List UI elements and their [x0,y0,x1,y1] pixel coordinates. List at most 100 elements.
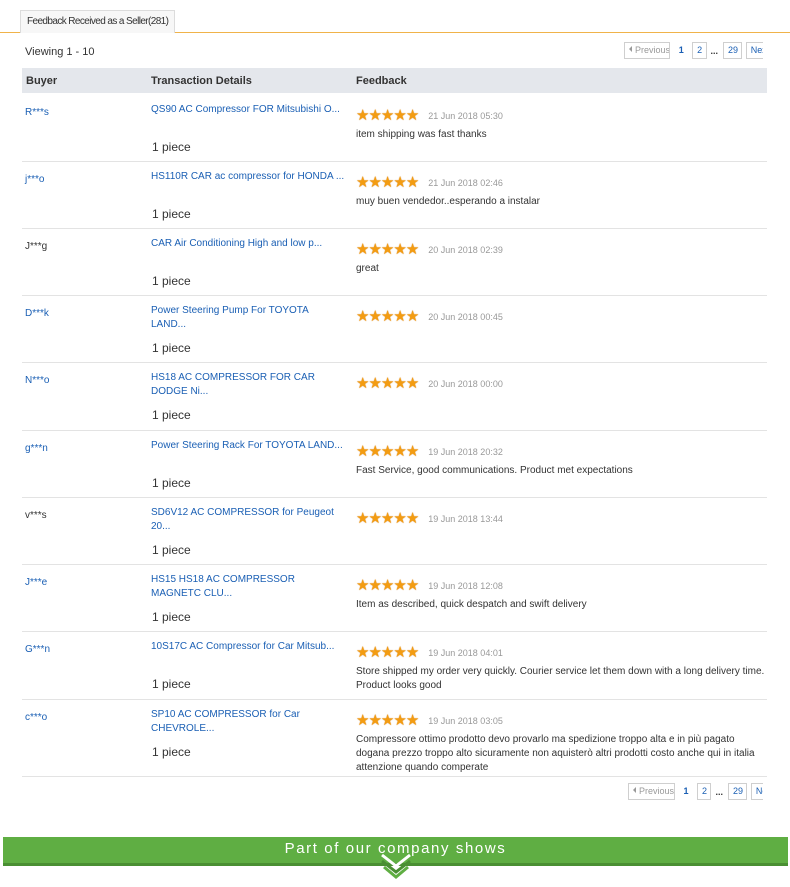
product-link[interactable]: Power Steering Pump For TOYOTA LAND... [151,304,346,332]
star-icon: ★ [405,107,420,124]
feedback-cell: ★★★★★ 19 Jun 2018 03:05 Compressore ottimo… [356,712,766,775]
feedback-date: 21 Jun 2018 02:46 [428,178,503,188]
star-icon: ★ [393,712,407,729]
page-29-button[interactable]: 29 [723,42,742,59]
buyer-name[interactable]: j***o [25,174,44,185]
feedback-date: 19 Jun 2018 13:44 [428,514,503,524]
star-icon: ★ [393,174,407,191]
table-row: g***n Power Steering Rack For TOYOTA LAND… [22,431,767,498]
star-icon: ★ [393,443,407,460]
table-row: j***o HS110R CAR ac compressor for HONDA … [22,162,767,229]
double-chevron-down-icon [381,853,411,879]
quantity: 1 piece [152,543,191,557]
star-icon: ★ [405,577,420,594]
quantity: 1 piece [152,745,191,759]
star-icon: ★ [405,443,420,460]
quantity: 1 piece [152,341,191,355]
star-icon: ★ [368,712,382,729]
quantity: 1 piece [152,408,191,422]
table-row: D***k Power Steering Pump For TOYOTA LAND… [22,296,767,363]
next-button[interactable]: Next [745,42,763,59]
page-2-button[interactable]: 2 [692,42,707,59]
rating-stars: ★★★★★ [356,241,419,259]
pager-ellipsis: ... [715,786,723,797]
feedback-cell: ★★★★★ 21 Jun 2018 02:46 muy buen vendedor.… [356,174,766,209]
feedback-comment: Item as described, quick despatch and sw… [356,599,587,611]
product-link[interactable]: CAR Air Conditioning High and low p... [151,237,346,251]
product-link[interactable]: HS110R CAR ac compressor for HONDA ... [151,170,346,184]
feedback-date: 19 Jun 2018 04:01 [428,648,503,658]
feedback-date: 19 Jun 2018 03:05 [428,716,503,726]
page-1-button[interactable]: 1 [673,42,689,59]
feedback-comment: muy buen vendedor..esperando a instalar [356,196,541,208]
rating-stars: ★★★★★ [356,107,420,125]
buyer-name[interactable]: g***n [25,443,48,454]
table-row: c***o SP10 AC COMPRESSOR for Car CHEVROLE… [22,700,767,777]
page-29-button[interactable]: 29 [727,783,747,800]
tab-bar: Feedback Received as a Seller(281) [0,0,790,33]
previous-button[interactable]: Previous [628,783,675,800]
product-link[interactable]: HS15 HS18 AC COMPRESSOR MAGNETC CLU... [151,573,346,601]
star-icon: ★ [393,375,407,392]
buyer-name[interactable]: G***n [25,644,50,655]
feedback-cell: ★★★★★ 19 Jun 2018 04:01 Store shipped my o… [356,644,766,693]
product-link[interactable]: SD6V12 AC COMPRESSOR for Peugeot 20... [151,506,346,534]
tab-feedback-seller[interactable]: Feedback Received as a Seller(281) [20,10,176,33]
star-icon: ★ [393,644,407,661]
buyer-name[interactable]: N***o [25,375,49,386]
star-icon: ★ [393,107,407,124]
feedback-cell: ★★★★★ 19 Jun 2018 20:32 Fast Service, good… [356,443,766,478]
previous-button[interactable]: Previous [624,42,670,59]
quantity: 1 piece [152,140,191,154]
product-link[interactable]: HS18 AC COMPRESSOR FOR CAR DODGE Ni... [151,371,346,399]
feedback-cell: ★★★★★ 19 Jun 2018 13:44 [356,510,766,528]
feedback-cell: ★★★★★ 20 Jun 2018 02:39 great [356,241,766,276]
column-buyer: Buyer [26,75,58,87]
table-row: N***o HS18 AC COMPRESSOR FOR CAR DODGE Ni… [22,363,767,431]
star-icon: ★ [405,375,420,392]
feedback-date: 20 Jun 2018 00:45 [428,312,503,322]
rating-stars: ★★★★★ [356,712,420,730]
star-icon: ★ [368,308,382,325]
table-row: R***s QS90 AC Compressor FOR Mitsubishi O… [22,95,767,162]
quantity: 1 piece [152,274,191,288]
star-icon: ★ [405,644,420,661]
feedback-date: 20 Jun 2018 00:00 [428,379,503,389]
star-icon: ★ [368,577,382,594]
star-icon: ★ [393,241,407,258]
buyer-name[interactable]: D***k [25,308,49,319]
buyer-name[interactable]: c***o [25,712,47,723]
star-icon: ★ [405,712,420,729]
feedback-comment: Fast Service, good communications. Produ… [356,465,633,477]
feedback-date: 21 Jun 2018 05:30 [428,111,503,121]
rating-stars: ★★★★★ [356,443,420,461]
buyer-name[interactable]: J***e [25,577,47,588]
rating-stars: ★★★★★ [356,174,419,192]
feedback-comment: Store shipped my order very quickly. Cou… [356,666,765,692]
pager-ellipsis: ... [710,45,719,56]
star-icon: ★ [368,241,382,258]
buyer-name[interactable]: R***s [25,107,49,118]
page-2-button[interactable]: 2 [696,783,712,800]
star-icon: ★ [393,577,407,594]
star-icon: ★ [368,375,382,392]
product-link[interactable]: 10S17C AC Compressor for Car Mitsub... [151,640,346,654]
product-link[interactable]: SP10 AC COMPRESSOR for Car CHEVROLE... [151,708,346,736]
table-row: G***n 10S17C AC Compressor for Car Mitsub… [22,632,767,700]
feedback-cell: ★★★★★ 19 Jun 2018 12:08 Item as described,… [356,577,766,612]
rating-stars: ★★★★★ [356,375,420,393]
table-header: Buyer Transaction Details Feedback [22,68,767,93]
rating-stars: ★★★★★ [356,510,419,528]
feedback-cell: ★★★★★ 20 Jun 2018 00:45 [356,308,766,326]
product-link[interactable]: Power Steering Rack For TOYOTA LAND... [151,439,346,453]
next-button[interactable]: Next [750,783,764,800]
page-1-button[interactable]: 1 [678,783,693,800]
feedback-date: 19 Jun 2018 12:08 [428,581,503,591]
feedback-comment: great [356,263,379,275]
star-icon: ★ [368,174,382,191]
chevron-left-icon [629,46,632,52]
star-icon: ★ [368,443,382,460]
product-link[interactable]: QS90 AC Compressor FOR Mitsubishi O... [151,103,346,117]
feedback-comment: item shipping was fast thanks [356,129,487,141]
star-icon: ★ [405,308,420,325]
